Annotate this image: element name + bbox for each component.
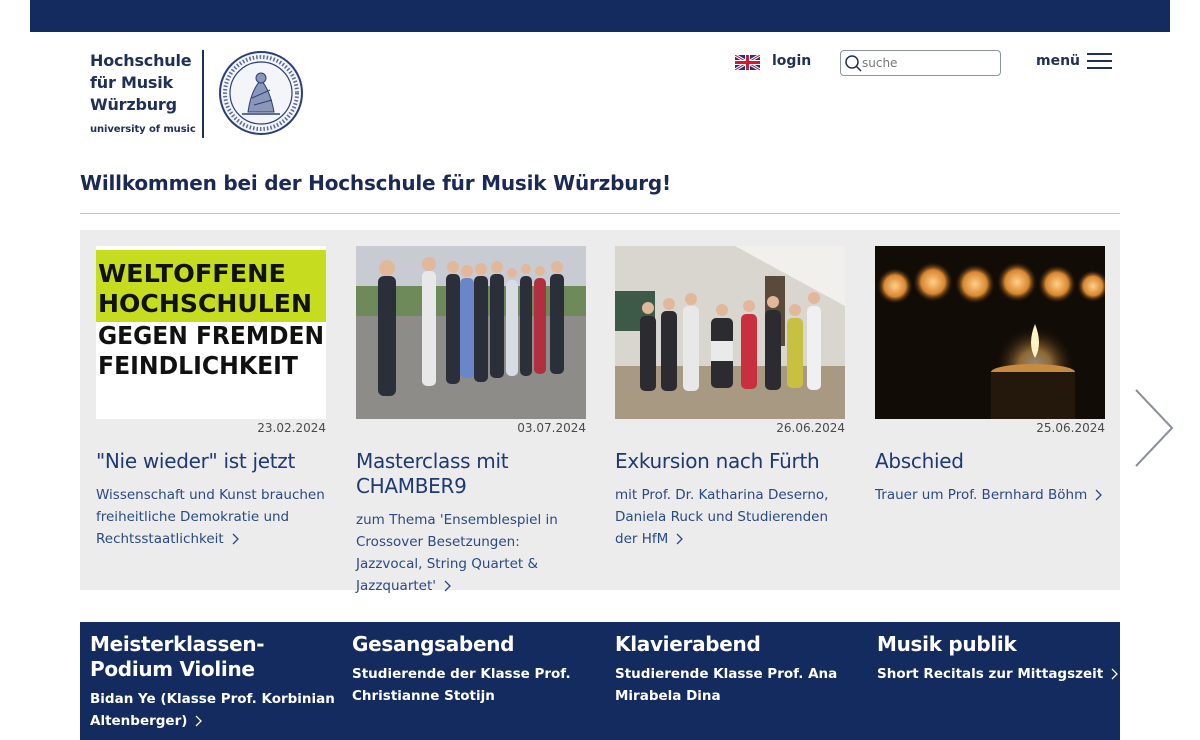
news-image-line-2: HOCHSCHULEN: [98, 289, 312, 318]
news-image-candle[interactable]: [875, 246, 1105, 419]
news-image-group-photo[interactable]: [356, 246, 586, 419]
news-teaser[interactable]: mit Prof. Dr. Katharina Deserno, Daniela…: [615, 484, 845, 550]
news-date: 26.06.2024: [776, 421, 845, 435]
login-link[interactable]: login: [772, 53, 811, 69]
top-bar: [30, 0, 1170, 32]
logo-text: Hochschule für Musik Würzburg university…: [90, 50, 196, 135]
news-card[interactable]: 03.07.2024 Masterclass mit CHAMBER9 zum …: [356, 246, 586, 597]
news-teaser-text: mit Prof. Dr. Katharina Deserno, Daniela…: [615, 487, 829, 547]
news-title[interactable]: "Nie wieder" ist jetzt: [96, 449, 326, 474]
next-arrow-icon[interactable]: [1132, 388, 1176, 468]
events-bar: Meisterklassen-Podium Violine Bidan Ye (…: [80, 622, 1120, 740]
news-card[interactable]: WELTOFFENE HOCHSCHULEN GEGEN FREMDEN FEI…: [96, 246, 326, 550]
event-item[interactable]: Musik publik Short Recitals zur Mittagsz…: [877, 632, 1127, 685]
event-title: Gesangsabend: [352, 632, 515, 656]
news-image-weltoffene[interactable]: WELTOFFENE HOCHSCHULEN GEGEN FREMDEN FEI…: [96, 246, 326, 419]
hamburger-icon[interactable]: [1087, 53, 1112, 70]
chevron-right-icon: [195, 715, 203, 727]
logo-divider: [202, 50, 204, 138]
chevron-right-icon: [444, 580, 451, 592]
uk-flag-icon[interactable]: [735, 55, 760, 70]
event-item[interactable]: Meisterklassen-Podium Violine Bidan Ye (…: [90, 632, 340, 732]
event-teaser: Studierende der Klasse Prof. Christianne…: [352, 666, 571, 704]
news-teaser[interactable]: Wissenschaft und Kunst brauchen freiheit…: [96, 484, 326, 550]
news-image-excursion[interactable]: [615, 246, 845, 419]
event-teaser-text: Bidan Ye (Klasse Prof. Korbinian Altenbe…: [90, 691, 335, 729]
search-icon[interactable]: [844, 54, 862, 72]
event-teaser: Short Recitals zur Mittagszeit: [877, 663, 1127, 685]
event-title: Klavierabend: [615, 632, 761, 656]
news-date: 03.07.2024: [517, 421, 586, 435]
logo-line-2: für Musik: [90, 73, 173, 92]
logo-line-3: Würzburg: [90, 95, 177, 114]
chevron-right-icon: [676, 533, 684, 545]
news-card[interactable]: 26.06.2024 Exkursion nach Fürth mit Prof…: [615, 246, 845, 550]
event-title: Musik publik: [877, 632, 1017, 656]
news-teaser[interactable]: Trauer um Prof. Bernhard Böhm: [875, 484, 1105, 506]
logo[interactable]: Hochschule für Musik Würzburg university…: [90, 50, 303, 138]
chevron-right-icon: [1111, 668, 1119, 680]
logo-line-1: Hochschule: [90, 51, 192, 70]
logo-subtitle: university of music: [90, 124, 196, 135]
divider: [80, 213, 1120, 214]
chevron-right-icon: [1095, 489, 1103, 501]
search-input[interactable]: [862, 56, 992, 70]
news-carousel: WELTOFFENE HOCHSCHULEN GEGEN FREMDEN FEI…: [80, 230, 1120, 594]
news-image-line-3: GEGEN FREMDEN: [98, 321, 324, 350]
menu-label[interactable]: menü: [1036, 53, 1080, 69]
chevron-right-icon: [232, 533, 239, 545]
event-item[interactable]: Klavierabend Studierende Klasse Prof. An…: [615, 632, 865, 707]
news-teaser-text: Wissenschaft und Kunst brauchen freiheit…: [96, 487, 325, 547]
event-teaser: Studierende Klasse Prof. Ana Mirabela Di…: [615, 666, 838, 704]
event-item[interactable]: Gesangsabend Studierende der Klasse Prof…: [352, 632, 602, 707]
event-teaser: Bidan Ye (Klasse Prof. Korbinian Altenbe…: [90, 688, 340, 732]
news-date: 23.02.2024: [257, 421, 326, 435]
search-box[interactable]: [840, 50, 1001, 76]
news-teaser-text: Trauer um Prof. Bernhard Böhm: [875, 487, 1088, 503]
news-date: 25.06.2024: [1036, 421, 1105, 435]
page-title: Willkommen bei der Hochschule für Musik …: [80, 171, 671, 195]
news-teaser-text: zum Thema 'Ensemblespiel in Crossover Be…: [356, 512, 558, 594]
seal-icon: [219, 51, 303, 135]
event-title: Meisterklassen-Podium Violine: [90, 632, 265, 681]
news-image-line-4: FEINDLICHKEIT: [98, 351, 298, 380]
news-title[interactable]: Masterclass mit CHAMBER9: [356, 449, 586, 499]
news-card[interactable]: 25.06.2024 Abschied Trauer um Prof. Bern…: [875, 246, 1105, 506]
news-title[interactable]: Abschied: [875, 449, 1105, 474]
news-image-line-1: WELTOFFENE: [98, 259, 286, 288]
news-title[interactable]: Exkursion nach Fürth: [615, 449, 845, 474]
news-teaser[interactable]: zum Thema 'Ensemblespiel in Crossover Be…: [356, 509, 586, 597]
event-teaser-text: Short Recitals zur Mittagszeit: [877, 666, 1104, 682]
